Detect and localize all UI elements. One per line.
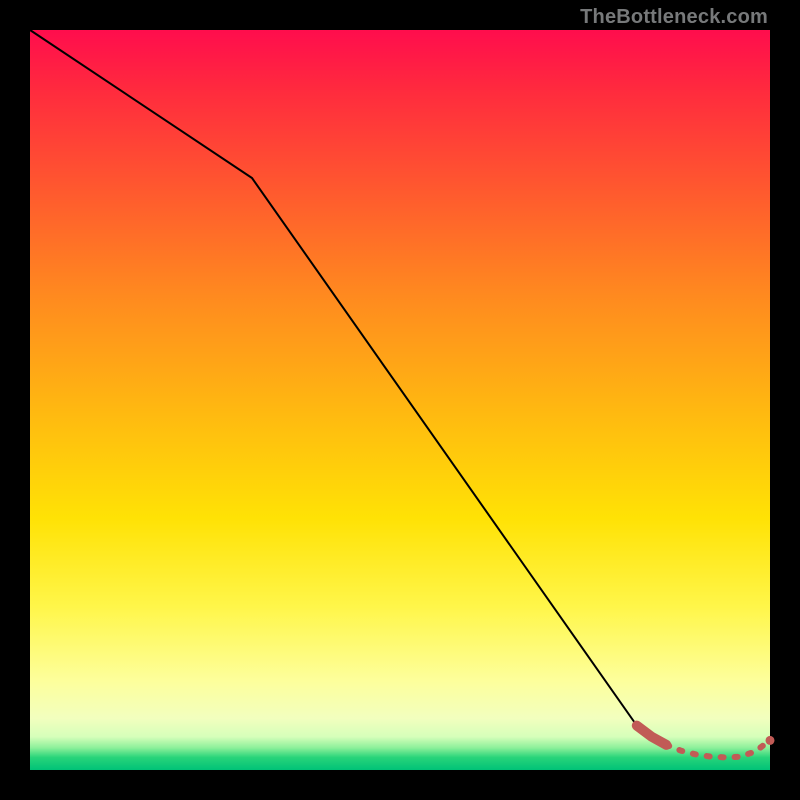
curve-dotted-tail [666,740,770,757]
curve-marker-cluster [637,726,667,745]
chart-svg [0,0,800,800]
curve-solid [30,30,637,726]
chart-frame: TheBottleneck.com [0,0,800,800]
end-marker [766,736,775,745]
